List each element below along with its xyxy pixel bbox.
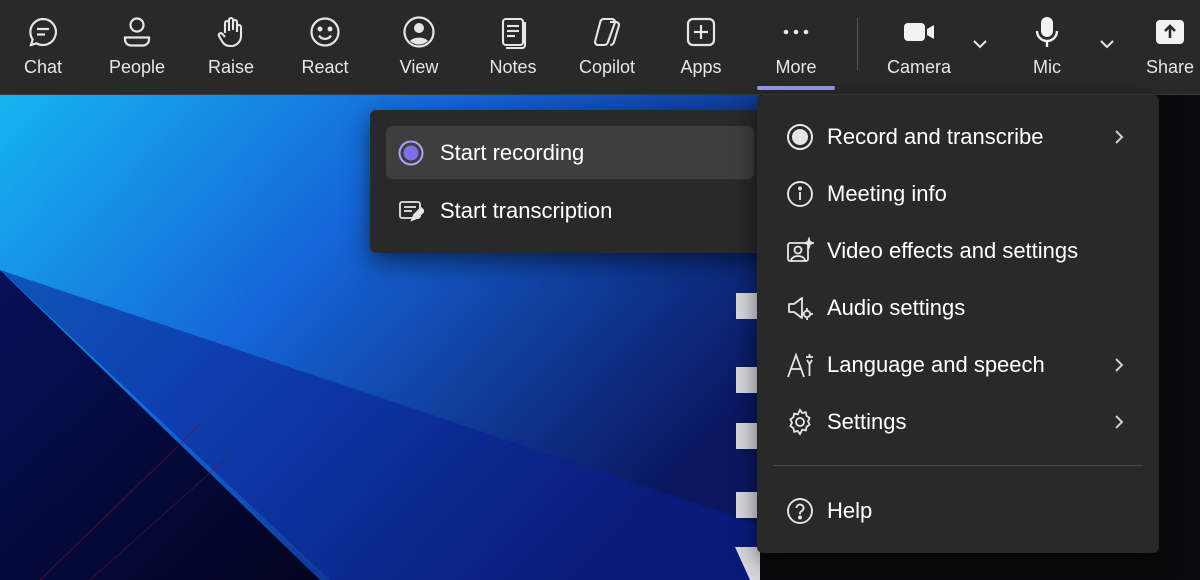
share-label: Share	[1145, 57, 1195, 77]
record-submenu: Start recording Start transcription	[370, 110, 772, 253]
chat-label: Chat	[23, 57, 63, 77]
people-button[interactable]: People	[92, 0, 182, 92]
mic-options-chevron[interactable]	[1092, 26, 1122, 62]
toolbar-divider	[857, 18, 858, 70]
notes-label: Notes	[489, 57, 537, 77]
menu-item-settings[interactable]: Settings	[773, 396, 1143, 448]
chevron-right-icon	[1109, 355, 1129, 375]
language-icon	[785, 350, 815, 380]
start-transcription-label: Start transcription	[440, 197, 613, 223]
record-circle-icon	[785, 122, 815, 152]
mic-label: Mic	[1033, 57, 1061, 77]
view-button[interactable]: View	[374, 0, 464, 92]
copilot-label: Copilot	[578, 57, 636, 77]
settings-label: Settings	[827, 409, 907, 434]
notes-button[interactable]: Notes	[468, 0, 558, 92]
menu-item-meeting-info[interactable]: Meeting info	[773, 168, 1143, 220]
camera-icon	[901, 13, 937, 51]
menu-item-audio-settings[interactable]: Audio settings	[773, 282, 1143, 334]
raise-hand-button[interactable]: Raise	[186, 0, 276, 92]
menu-item-record-and-transcribe[interactable]: Record and transcribe	[773, 111, 1143, 163]
apps-label: Apps	[680, 57, 722, 77]
help-label: Help	[827, 498, 873, 523]
transcription-icon	[398, 198, 424, 224]
camera-label: Camera	[886, 57, 952, 77]
start-recording-label: Start recording	[440, 139, 585, 165]
mic-icon	[1029, 13, 1065, 51]
video-effects-label: Video effects and settings	[827, 238, 1079, 263]
view-icon	[401, 13, 437, 51]
help-icon	[785, 496, 815, 526]
language-and-speech-label: Language and speech	[827, 352, 1045, 377]
react-button[interactable]: React	[280, 0, 370, 92]
more-menu: Record and transcribe Meeting info Video…	[757, 95, 1159, 553]
notes-icon	[495, 13, 531, 51]
more-dots-icon	[778, 13, 814, 51]
start-recording-item[interactable]: Start recording	[386, 126, 754, 179]
apps-button[interactable]: Apps	[656, 0, 746, 92]
share-icon	[1152, 13, 1188, 51]
record-icon	[398, 140, 424, 166]
chat-button[interactable]: Chat	[0, 0, 88, 92]
menu-divider	[773, 465, 1143, 466]
react-label: React	[301, 57, 349, 77]
raise-hand-icon	[213, 13, 249, 51]
share-button[interactable]: Share	[1128, 0, 1200, 92]
chevron-right-icon	[1109, 127, 1129, 147]
chevron-right-icon	[1109, 412, 1129, 432]
more-selected-indicator	[757, 86, 835, 90]
camera-options-chevron[interactable]	[965, 26, 995, 62]
apps-plus-icon	[683, 13, 719, 51]
menu-item-language-and-speech[interactable]: Language and speech	[773, 339, 1143, 391]
record-and-transcribe-label: Record and transcribe	[827, 124, 1044, 149]
people-icon	[119, 13, 155, 51]
audio-settings-label: Audio settings	[827, 295, 966, 320]
meeting-toolbar: Chat People Raise React View Notes Copil…	[0, 0, 1200, 95]
people-label: People	[108, 57, 166, 77]
meeting-info-label: Meeting info	[827, 181, 947, 206]
smile-icon	[307, 13, 343, 51]
info-icon	[785, 179, 815, 209]
audio-settings-icon	[785, 293, 815, 323]
raise-label: Raise	[207, 57, 255, 77]
gear-icon	[785, 407, 815, 437]
view-label: View	[399, 57, 439, 77]
menu-item-video-effects[interactable]: Video effects and settings	[773, 225, 1143, 277]
video-effects-icon	[785, 236, 815, 266]
chat-icon	[25, 13, 61, 51]
mic-button[interactable]: Mic	[1002, 0, 1092, 92]
menu-item-help[interactable]: Help	[773, 485, 1143, 537]
copilot-icon	[589, 13, 625, 51]
copilot-button[interactable]: Copilot	[562, 0, 652, 92]
more-label: More	[775, 57, 817, 77]
more-button[interactable]: More	[751, 0, 841, 92]
camera-button[interactable]: Camera	[874, 0, 964, 92]
start-transcription-item[interactable]: Start transcription	[386, 184, 754, 237]
